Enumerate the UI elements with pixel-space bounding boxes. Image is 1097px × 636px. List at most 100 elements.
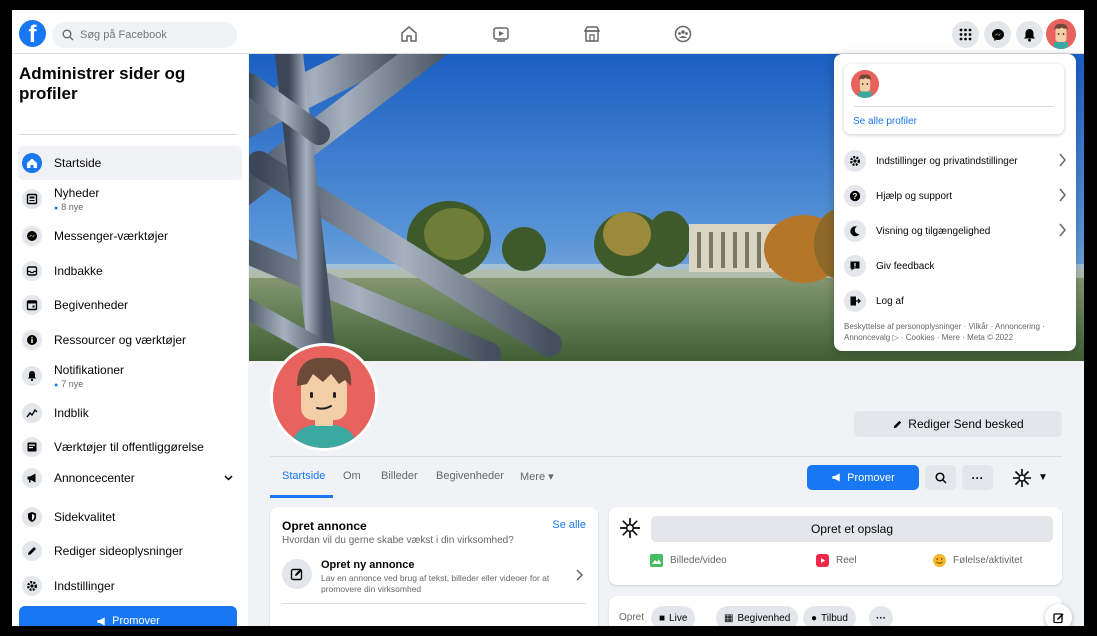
search-input[interactable]	[80, 29, 220, 41]
nav-home-icon[interactable]	[394, 20, 424, 48]
promote-label: Promover	[112, 615, 160, 626]
tab-events[interactable]: Begivenheder	[436, 470, 504, 482]
sidebar-item-notifications[interactable]: Notifikationer 7 nye	[18, 357, 242, 395]
menu-item-help-support[interactable]: ? Hjælp og support	[844, 182, 1069, 210]
sidebar-item-resources[interactable]: Ressourcer og værktøjer	[18, 323, 242, 357]
event-button[interactable]: ▦ Begivenhed	[716, 606, 799, 626]
more-options-button[interactable]: ···	[962, 465, 993, 490]
sparkle-logo-icon	[1013, 468, 1032, 487]
nav-groups-icon[interactable]	[668, 20, 698, 48]
sidebar-item-label: Begivenheder	[54, 298, 129, 312]
sidebar-title: Administrer sider og profiler	[19, 64, 186, 103]
smiley-icon	[933, 554, 946, 567]
megaphone-icon	[22, 468, 42, 488]
menu-item-display-accessibility[interactable]: Visning og tilgængelighed	[844, 217, 1069, 245]
sidebar-item-news[interactable]: Nyheder 8 nye	[18, 180, 242, 218]
chevron-right-icon	[1059, 223, 1066, 237]
tag-icon: ●	[811, 612, 818, 624]
create-new-ad-item[interactable]: Opret ny annonce Lav en annonce ved brug…	[278, 555, 590, 601]
feeling-label: Følelse/aktivitet	[953, 555, 1023, 566]
sidebar-item-settings[interactable]: Indstillinger	[18, 569, 242, 603]
account-avatar[interactable]	[1046, 19, 1076, 49]
new-count-badge: 7 nye	[54, 379, 124, 389]
top-bar: f	[12, 10, 1084, 54]
publishing-icon	[22, 437, 42, 457]
tab-home[interactable]: Startside	[282, 470, 325, 482]
create-post-button[interactable]: Opret et opslag	[651, 516, 1053, 542]
menu-footer-links[interactable]: Beskyttelse af personoplysninger · Vilkå…	[844, 321, 1069, 343]
edit-send-message-button[interactable]: Rediger Send besked	[854, 411, 1062, 437]
notifications-bell-icon[interactable]	[1016, 21, 1043, 48]
sidebar-item-ad-center[interactable]: Annoncecenter	[18, 461, 242, 495]
menu-grid-icon[interactable]	[952, 21, 979, 48]
tab-photos[interactable]: Billeder	[381, 470, 418, 482]
search-page-button[interactable]	[925, 465, 956, 490]
edit-box-icon	[282, 559, 312, 589]
tab-more[interactable]: Mere ▾	[520, 470, 554, 483]
photo-video-label: Billede/video	[670, 555, 727, 566]
reel-button[interactable]: Reel	[815, 553, 857, 568]
reel-label: Reel	[836, 555, 857, 566]
live-button[interactable]: ■ Live	[651, 606, 696, 626]
see-all-link[interactable]: Se alle	[552, 519, 586, 531]
sidebar-item-label: Ressourcer og værktøjer	[54, 333, 187, 347]
promote-button[interactable]: Promover	[807, 465, 919, 490]
photo-video-button[interactable]: Billede/video	[649, 553, 727, 568]
sidebar-item-inbox[interactable]: Indbakke	[18, 254, 242, 288]
home-icon	[22, 153, 42, 173]
facebook-logo[interactable]: f	[19, 20, 46, 47]
create-options-card: Opret ■ Live ▦ Begivenhed ● Tilbud ···	[609, 596, 1062, 626]
sidebar-item-edit-page-info[interactable]: Rediger sideoplysninger	[18, 534, 242, 568]
sidebar-item-label: Indblik	[54, 406, 89, 420]
menu-item-label: Visning og tilgængelighed	[876, 225, 991, 237]
chevron-down-icon[interactable]	[223, 472, 234, 483]
sidebar-item-page-quality[interactable]: Sidekvalitet	[18, 500, 242, 534]
calendar-icon: ▦	[724, 612, 734, 624]
active-tab-indicator	[270, 495, 333, 498]
new-message-icon[interactable]	[1045, 604, 1072, 626]
offer-button[interactable]: ● Tilbud	[803, 606, 856, 626]
search-box[interactable]	[52, 22, 237, 48]
sidebar-item-insights[interactable]: Indblik	[18, 396, 242, 430]
menu-item-label: Giv feedback	[876, 260, 935, 272]
menu-item-settings-privacy[interactable]: Indstillinger og privatindstillinger	[844, 147, 1069, 175]
search-icon	[934, 471, 947, 484]
create-ad-card: Opret annonce Se alle Hvordan vil du ger…	[270, 507, 598, 626]
page-switcher-button[interactable]: ▼	[1005, 465, 1055, 490]
divider	[19, 134, 237, 135]
new-count-badge: 8 nye	[54, 202, 99, 212]
chevron-right-icon	[576, 569, 584, 581]
tab-about[interactable]: Om	[343, 470, 361, 482]
more-create-options-button[interactable]: ···	[869, 606, 893, 626]
sidebar-promote-button[interactable]: Promover	[19, 606, 237, 626]
menu-item-log-out[interactable]: Log af	[844, 287, 1069, 315]
facebook-window: f Administrer sider og pro	[12, 10, 1084, 626]
logout-icon	[844, 290, 866, 312]
offer-label: Tilbud	[821, 612, 848, 624]
messenger-icon[interactable]	[984, 21, 1011, 48]
nav-marketplace-icon[interactable]	[577, 20, 607, 48]
profile-switch-card[interactable]: Se alle profiler	[844, 64, 1064, 134]
menu-item-give-feedback[interactable]: Giv feedback	[844, 252, 1069, 280]
edit-button-label: Rediger Send besked	[908, 417, 1024, 431]
sidebar-item-label: Messenger-værktøjer	[54, 229, 169, 243]
sidebar-item-messenger-tools[interactable]: Messenger-værktøjer	[18, 219, 242, 253]
moon-icon	[844, 220, 866, 242]
chevron-right-icon	[1059, 188, 1066, 202]
sidebar-item-publishing-tools[interactable]: Værktøjer til offentliggørelse	[18, 430, 242, 464]
account-menu-dropdown: Se alle profiler Indstillinger og privat…	[834, 54, 1076, 351]
sidebar-item-label: Indstillinger	[54, 579, 115, 593]
feeling-activity-button[interactable]: Følelse/aktivitet	[932, 553, 1022, 568]
menu-item-label: Indstillinger og privatindstillinger	[876, 155, 1018, 167]
sidebar-item-home[interactable]: Startside	[18, 146, 242, 180]
megaphone-icon	[97, 616, 105, 626]
see-all-profiles-link[interactable]: Se alle profiler	[853, 116, 917, 127]
sidebar-item-events[interactable]: Begivenheder	[18, 288, 242, 322]
profile-avatar[interactable]	[851, 70, 879, 98]
create-label: Opret	[619, 612, 645, 623]
nav-watch-icon[interactable]	[486, 20, 516, 48]
reel-icon	[816, 554, 829, 567]
insights-icon	[22, 403, 42, 423]
sidebar-item-label: Indbakke	[54, 264, 103, 278]
profile-picture[interactable]	[270, 343, 378, 451]
